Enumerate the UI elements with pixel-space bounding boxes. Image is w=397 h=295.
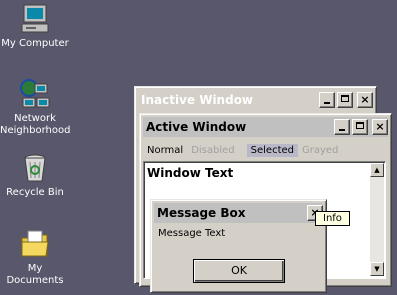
arrow-down-icon: ▼ (374, 265, 380, 273)
network-neighborhood-icon (20, 79, 50, 108)
arrow-up-icon: ▲ (374, 166, 380, 174)
ok-button[interactable]: OK (193, 259, 285, 283)
window-title: Active Window (146, 120, 247, 134)
desktop-icon-my-documents[interactable]: My Documents (0, 228, 70, 287)
desktop-icon-my-computer[interactable]: My Computer (0, 3, 70, 50)
maximize-button[interactable] (337, 92, 353, 108)
desktop-icon-label: Network Neighborhood (0, 113, 71, 136)
desktop-icon-label: Recycle Bin (6, 187, 64, 198)
scroll-up-button[interactable]: ▲ (370, 163, 384, 177)
desktop-icon-network-neighborhood[interactable]: Network Neighborhood (0, 78, 70, 137)
minimize-button[interactable] (334, 119, 350, 135)
minimize-button[interactable] (319, 92, 335, 108)
message-text: Message Text (158, 228, 226, 239)
minimize-icon (339, 129, 345, 131)
maximize-icon (341, 95, 349, 102)
desktop-icon-label: My Documents (6, 263, 64, 286)
recycle-bin-icon (24, 154, 46, 182)
menu-item-selected[interactable]: Selected (246, 143, 298, 157)
menu-item-grayed[interactable]: Grayed (298, 144, 342, 157)
scroll-down-button[interactable]: ▼ (370, 262, 384, 276)
tooltip: Info (315, 211, 350, 226)
minimize-icon (324, 102, 330, 104)
menu-item-normal[interactable]: Normal (143, 144, 187, 157)
close-icon: × (360, 93, 370, 106)
active-window-titlebar[interactable]: Active Window × (143, 117, 388, 137)
window-title: Inactive Window (141, 93, 254, 107)
close-button[interactable]: × (372, 119, 388, 135)
inactive-window-titlebar[interactable]: Inactive Window × (138, 90, 373, 110)
my-computer-icon (21, 4, 49, 33)
close-icon: × (375, 120, 385, 133)
window-text: Window Text (147, 166, 234, 180)
desktop-icon-label: My Computer (1, 38, 69, 49)
close-button[interactable]: × (357, 92, 373, 108)
my-documents-icon (21, 230, 49, 257)
desktop-icon-recycle-bin[interactable]: Recycle Bin (0, 152, 70, 199)
menu-item-disabled: Disabled (191, 144, 235, 156)
maximize-button[interactable] (352, 119, 368, 135)
message-box-titlebar[interactable]: Message Box × (154, 203, 323, 223)
maximize-icon (356, 122, 364, 129)
vertical-scrollbar[interactable]: ▲ ▼ (370, 163, 384, 276)
menu-bar: Normal Disabled Selected Grayed (143, 142, 342, 158)
message-box-title: Message Box (157, 206, 246, 220)
message-box[interactable]: Message Box × Message Text OK (150, 199, 327, 293)
